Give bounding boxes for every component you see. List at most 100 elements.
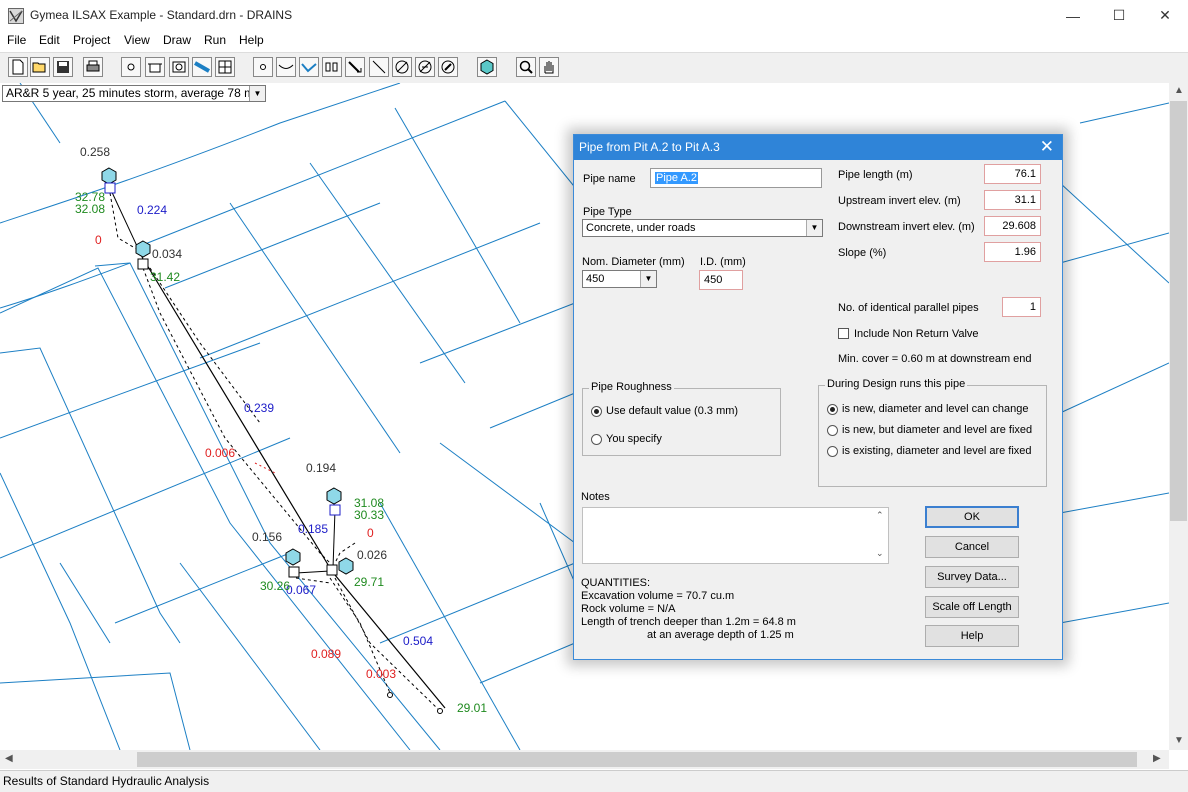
save-button[interactable] (53, 57, 73, 77)
zoom-tool[interactable] (516, 57, 536, 77)
node-tool[interactable] (121, 57, 141, 77)
horizontal-scroll-thumb[interactable] (137, 752, 1137, 767)
nom-diameter-label: Nom. Diameter (mm) (582, 256, 685, 268)
menu-bar: File Edit Project View Draw Run Help (0, 31, 1188, 51)
ds-invert-value: 29.608 (1002, 220, 1036, 232)
us-invert-input[interactable]: 31.1 (984, 190, 1041, 210)
line-tool[interactable] (369, 57, 389, 77)
menu-run[interactable]: Run (204, 33, 226, 47)
print-icon (86, 60, 100, 72)
open-button[interactable] (30, 57, 50, 77)
open-folder-icon (32, 62, 46, 73)
menu-edit[interactable]: Edit (39, 33, 60, 47)
headwall-tool[interactable] (169, 57, 189, 77)
scroll-left-icon[interactable]: ◀ (5, 753, 13, 764)
scroll-up-icon[interactable]: ▲ (1174, 85, 1184, 96)
roughness-specify-label: You specify (606, 433, 662, 445)
detention-tool[interactable] (322, 57, 342, 77)
status-bar: Results of Standard Hydraulic Analysis (0, 770, 1188, 792)
help-button[interactable]: Help (925, 625, 1019, 647)
menu-file[interactable]: File (7, 33, 26, 47)
label-black-3: 0.156 (252, 530, 282, 544)
pipe-tool[interactable] (276, 57, 296, 77)
roughness-default-radio[interactable] (591, 406, 602, 417)
cancel-button[interactable]: Cancel (925, 536, 1019, 558)
pan-tool[interactable] (539, 57, 559, 77)
vertical-scroll-thumb[interactable] (1170, 101, 1187, 521)
label-black-1: 0.034 (152, 247, 182, 261)
survey-data-button[interactable]: Survey Data... (925, 566, 1019, 588)
slope-input[interactable]: 1.96 (984, 242, 1041, 262)
notes-textarea[interactable]: ⌃ ⌄ (582, 507, 889, 564)
pit-nodes[interactable] (101, 167, 354, 578)
scale-off-length-button[interactable]: Scale off Length (925, 596, 1019, 618)
chevron-down-icon[interactable]: ▼ (249, 86, 265, 101)
hexagon-tool[interactable] (477, 57, 497, 77)
nom-diameter-select[interactable]: 450 ▼ (582, 270, 657, 288)
new-file-button[interactable] (8, 57, 28, 77)
parallel-pipes-value: 1 (1029, 301, 1036, 313)
ok-button[interactable]: OK (925, 506, 1019, 528)
print-button[interactable] (83, 57, 103, 77)
storm-selector[interactable]: AR&R 5 year, 25 minutes storm, average 7… (2, 85, 266, 102)
design-new-change-radio[interactable] (827, 404, 838, 415)
id-value: 450 (704, 274, 723, 286)
line-icon (372, 60, 386, 74)
vertical-scrollbar[interactable]: ▲ ▼ (1169, 83, 1188, 750)
non-return-checkbox[interactable] (838, 328, 849, 339)
pipe-name-input[interactable]: Pipe A.2 (650, 168, 822, 188)
pipe-length-input[interactable]: 76.1 (984, 164, 1041, 184)
hexagon-icon (480, 59, 494, 75)
horizontal-scrollbar[interactable]: ◀ ▶ (0, 750, 1169, 769)
roughness-specify-radio[interactable] (591, 434, 602, 445)
pit-icon (148, 63, 162, 73)
overflow-tool[interactable] (345, 57, 365, 77)
design-new-fixed-radio[interactable] (827, 425, 838, 436)
id-input[interactable]: 450 (699, 270, 743, 290)
notes-scrollbar[interactable]: ⌃ ⌄ (872, 508, 888, 563)
channel-tool[interactable] (192, 57, 212, 77)
chevron-up-icon[interactable]: ⌃ (876, 510, 884, 521)
parallel-pipes-input[interactable]: 1 (1002, 297, 1041, 317)
label-green-4: 30.33 (354, 508, 384, 522)
outlet-icon (418, 60, 432, 74)
slope-label: Slope (%) (838, 247, 887, 259)
pit-tool[interactable] (145, 57, 165, 77)
pipe-length-label: Pipe length (m) (838, 169, 913, 181)
ds-invert-input[interactable]: 29.608 (984, 216, 1041, 236)
dialog-close-icon[interactable]: ✕ (1040, 137, 1054, 157)
table-tool[interactable] (215, 57, 235, 77)
minimize-button[interactable]: — (1050, 0, 1096, 31)
window-title: Gymea ILSAX Example - Standard.drn - DRA… (30, 8, 293, 22)
scroll-down-icon[interactable]: ▼ (1174, 735, 1184, 746)
quantity-excavation: Excavation volume = 70.7 cu.m (581, 590, 735, 602)
basin-tool[interactable] (438, 57, 458, 77)
chevron-down-icon[interactable]: ⌄ (876, 548, 884, 559)
label-blue-2: 0.185 (298, 522, 328, 536)
channel-link-tool[interactable] (299, 57, 319, 77)
chevron-down-icon[interactable]: ▼ (806, 220, 822, 236)
quantity-rock: Rock volume = N/A (581, 603, 676, 615)
maximize-button[interactable]: ☐ (1096, 0, 1142, 31)
sub-catchment-icon (395, 60, 409, 74)
table-icon (218, 60, 232, 74)
chevron-down-icon[interactable]: ▼ (640, 271, 656, 287)
menu-project[interactable]: Project (73, 33, 110, 47)
scroll-right-icon[interactable]: ▶ (1153, 753, 1161, 764)
status-text: Results of Standard Hydraulic Analysis (3, 774, 210, 788)
label-blue-3: 0.067 (286, 583, 316, 597)
menu-view[interactable]: View (124, 33, 150, 47)
dialog-title-bar[interactable]: Pipe from Pit A.2 to Pit A.3 ✕ (574, 135, 1062, 160)
ds-invert-label: Downstream invert elev. (m) (838, 221, 975, 233)
pipe-type-select[interactable]: Concrete, under roads ▼ (582, 219, 823, 237)
close-button[interactable]: ✕ (1142, 0, 1188, 31)
save-icon (57, 61, 69, 73)
menu-draw[interactable]: Draw (163, 33, 191, 47)
menu-help[interactable]: Help (239, 33, 264, 47)
design-existing-radio[interactable] (827, 446, 838, 457)
label-black-2: 0.194 (306, 461, 336, 475)
label-blue-1: 0.239 (244, 401, 274, 415)
sub-catchment-tool[interactable] (392, 57, 412, 77)
outlet-tool[interactable] (415, 57, 435, 77)
junction-tool[interactable] (253, 57, 273, 77)
